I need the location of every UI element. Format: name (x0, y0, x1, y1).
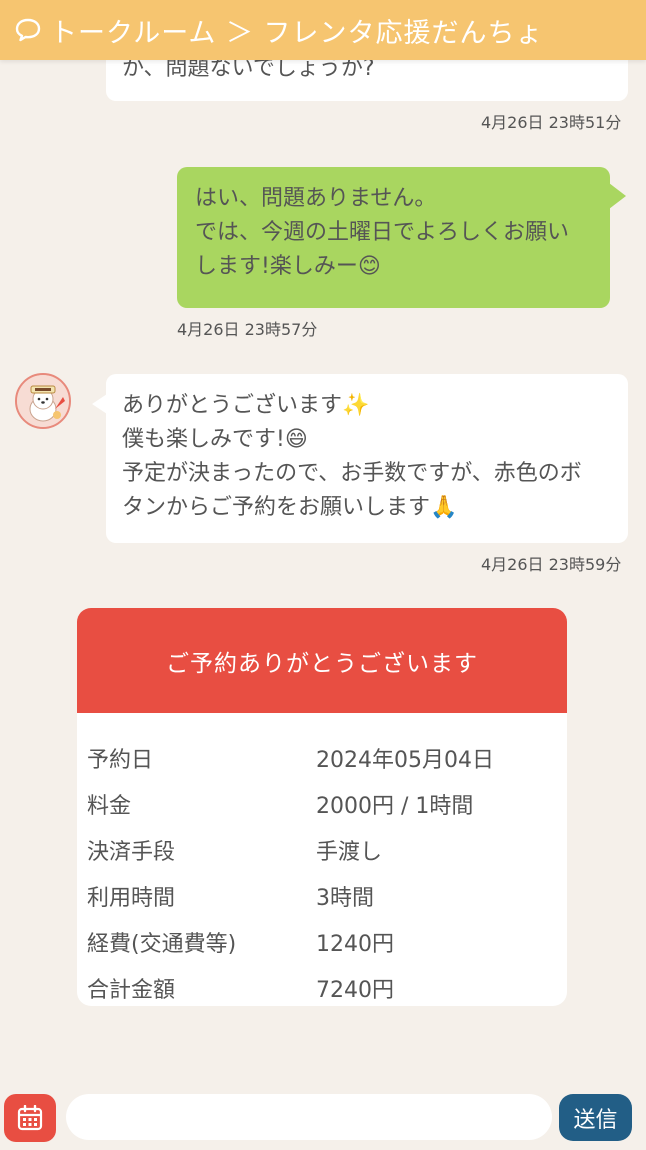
row-label: 予約日 (87, 748, 154, 773)
reservation-row-expenses: 経費(交通費等) 1240円 (77, 919, 567, 965)
avatar[interactable] (15, 373, 71, 429)
message-bubble-received: ありがとうございます✨ 僕も楽しみです!😄 予定が決まったので、お手数ですが、赤… (92, 374, 628, 543)
message-bubble-sent: はい、問題ありません。 では、今週の土曜日でよろしくお願い します!楽しみー😊 (177, 167, 626, 308)
reservation-row-date: 予約日 2024年05月04日 (77, 735, 567, 781)
row-value: 手渡し (316, 840, 383, 865)
row-label: 利用時間 (87, 886, 176, 911)
row-label: 決済手段 (87, 840, 176, 865)
row-value: 2000円 / 1時間 (316, 794, 474, 819)
row-value: 1240円 (316, 932, 394, 957)
row-value: 2024年05月04日 (316, 748, 494, 773)
row-label: 合計金額 (87, 978, 176, 1003)
calendar-button[interactable] (4, 1094, 56, 1142)
message-timestamp: 4月26日 23時51分 (481, 113, 622, 132)
message-text: します!楽しみー😊 (195, 254, 381, 279)
calendar-icon (17, 1105, 43, 1131)
mascot-avatar-icon (17, 375, 69, 427)
send-button-label: 送信 (573, 1107, 618, 1133)
reservation-card: ご予約ありがとうございます 予約日 2024年05月04日 料金 2000円 /… (77, 608, 567, 1006)
reservation-card-header: ご予約ありがとうございます (77, 608, 567, 713)
message-text: タンからご予約をお願いします🙏 (122, 495, 458, 520)
message-input[interactable] (66, 1094, 552, 1140)
message-text: では、今週の土曜日でよろしくお願い (195, 220, 570, 245)
row-label: 経費(交通費等) (87, 932, 237, 957)
message-timestamp: 4月26日 23時57分 (177, 320, 318, 339)
message-composer: 送信 (0, 1085, 646, 1150)
chat-bubble-icon (15, 18, 41, 42)
reservation-row-duration: 利用時間 3時間 (77, 873, 567, 919)
row-value: 3時間 (316, 886, 374, 911)
reservation-details: 予約日 2024年05月04日 料金 2000円 / 1時間 決済手段 手渡し … (77, 713, 567, 1006)
header-bar: トークルーム ＞ フレンタ応援だんちょ (0, 0, 646, 60)
page-title: トークルーム ＞ フレンタ応援だんちょ (50, 17, 544, 49)
reservation-row-fee: 料金 2000円 / 1時間 (77, 781, 567, 827)
reservation-row-total: 合計金額 7240円 (77, 965, 567, 1006)
message-text: はい、問題ありません。 (195, 186, 437, 211)
row-value: 7240円 (316, 978, 394, 1003)
row-label: 料金 (87, 794, 132, 819)
message-text: 僕も楽しみです!😄 (122, 427, 308, 452)
bubble-tail (609, 183, 626, 209)
send-button[interactable]: 送信 (559, 1094, 632, 1141)
message-timestamp: 4月26日 23時59分 (481, 555, 622, 574)
bubble-tail (92, 394, 107, 414)
reservation-row-payment: 決済手段 手渡し (77, 827, 567, 873)
reservation-title: ご予約ありがとうございます (166, 650, 478, 677)
message-text: 予定が決まったので、お手数ですが、赤色のボ (122, 461, 582, 486)
message-text: ありがとうございます✨ (122, 393, 370, 418)
